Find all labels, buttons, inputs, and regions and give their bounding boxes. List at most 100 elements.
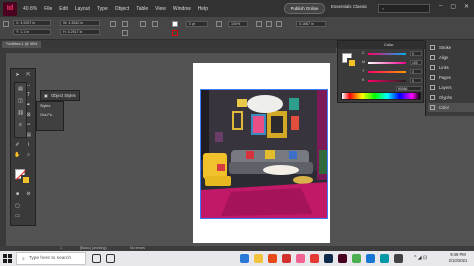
y-field[interactable]: Y: 1.1 in [13, 29, 51, 35]
rotate-icon[interactable] [122, 21, 128, 27]
menu-window[interactable]: Window [173, 6, 191, 12]
x-field[interactable]: X: 4.9267 in [13, 20, 51, 26]
file-explorer-icon[interactable] [254, 254, 263, 263]
menu-layout[interactable]: Layout [75, 6, 90, 12]
menu-view[interactable]: View [155, 6, 166, 12]
fit-content-icon[interactable] [256, 21, 262, 27]
opacity-field[interactable]: 100% [228, 21, 248, 27]
dock-align[interactable]: Align [428, 53, 474, 62]
collapsed-panel-strip: ▤ ◫ ⛓ ≡ [14, 82, 27, 138]
app-icon[interactable] [282, 254, 291, 263]
y-value[interactable]: 0 [410, 69, 422, 74]
app-icon[interactable] [394, 254, 403, 263]
hand-tool-icon[interactable]: ✋ [14, 152, 21, 159]
dock-label: Stroke [439, 45, 452, 50]
c-slider[interactable] [368, 53, 406, 55]
constrain-icon[interactable] [110, 21, 116, 27]
placed-room-image[interactable] [200, 89, 328, 219]
width-field[interactable]: W: 4.3542 in [60, 20, 100, 26]
zoom-level[interactable]: 40.8% [23, 6, 37, 12]
stock-search-input[interactable]: ⌕ [378, 4, 430, 13]
vertical-ruler[interactable] [0, 48, 6, 246]
height-field[interactable]: H: 4.2917 in [60, 29, 100, 35]
taskbar-clock[interactable]: 9:49 PM 2/10/2021 [443, 252, 473, 264]
styles-item[interactable]: Styles [37, 102, 63, 111]
color-stroke-swatch[interactable] [347, 58, 357, 68]
fill-swatch[interactable] [172, 21, 178, 27]
indesign-icon[interactable] [338, 254, 347, 263]
menu-file[interactable]: File [44, 6, 52, 12]
eyedropper-tool-icon[interactable]: ⌇ [25, 142, 32, 149]
menu-help[interactable]: Help [198, 6, 208, 12]
maximize-icon[interactable]: ▢ [450, 3, 456, 14]
direct-selection-tool-icon[interactable]: ⇱ [25, 72, 32, 79]
dock-layers[interactable]: Layers [428, 83, 474, 92]
dock-label: Align [439, 55, 449, 60]
close-icon[interactable]: ✕ [464, 3, 469, 14]
edge-icon[interactable] [240, 254, 249, 263]
y-slider[interactable] [368, 71, 406, 73]
document-tab[interactable]: *Untitled-1 @ 40% [2, 41, 42, 48]
app-icon[interactable] [296, 254, 305, 263]
apply-none-icon[interactable]: ⊘ [25, 191, 32, 198]
pages-panel-icon[interactable]: ▤ [17, 86, 24, 93]
menu-table[interactable]: Table [136, 6, 148, 12]
shear-icon[interactable] [122, 30, 128, 36]
search-placeholder: Type here to search [28, 256, 72, 261]
k-value[interactable]: 0 [410, 78, 422, 83]
note-tool-icon[interactable]: ✐ [14, 142, 21, 149]
select-container-icon[interactable] [152, 21, 158, 27]
menu-edit[interactable]: Edit [59, 6, 68, 12]
fit-frame-icon[interactable] [266, 21, 272, 27]
center-content-icon[interactable] [276, 21, 282, 27]
menu-object[interactable]: Object [115, 6, 129, 12]
stroke-weight-field[interactable]: 0 pt [186, 21, 208, 27]
cortana-icon[interactable] [92, 254, 101, 263]
system-tray-icons[interactable]: ^ ◢ ⊡ [414, 255, 427, 261]
reference-point-icon[interactable] [3, 21, 9, 27]
flip-icon[interactable] [140, 21, 146, 27]
app-icon[interactable] [310, 254, 319, 263]
workspace-switcher[interactable]: Essentials Classic [331, 4, 367, 9]
dock-glyphs[interactable]: Glyphs [428, 93, 474, 102]
k-slider[interactable] [368, 80, 406, 82]
stroke-panel-icon[interactable]: ≡ [17, 122, 24, 129]
links-panel-icon[interactable]: ⛓ [17, 110, 24, 117]
photoshop-icon[interactable] [324, 254, 333, 263]
y-label: Y [362, 69, 365, 73]
menu-type[interactable]: Type [97, 6, 108, 12]
stroke-color-swatch[interactable] [21, 175, 31, 185]
dock-pages[interactable]: Pages [428, 73, 474, 82]
app-icon[interactable] [352, 254, 361, 263]
dock-links[interactable]: Links [428, 63, 474, 72]
dock-stroke[interactable]: Stroke [428, 43, 474, 52]
offset-field[interactable]: 0.1667 in [296, 21, 326, 27]
zoom-tool-icon[interactable]: ⌕ [25, 152, 32, 159]
publish-online-button[interactable]: Publish Online [284, 3, 325, 14]
task-view-icon[interactable] [106, 254, 115, 263]
horizontal-ruler[interactable] [6, 48, 336, 53]
selection-tool-icon[interactable]: ➤ [14, 72, 21, 79]
screen-mode-icon[interactable]: ▭ [14, 213, 21, 220]
color-spectrum-ramp[interactable] [341, 92, 421, 100]
glyphs-icon [430, 95, 435, 100]
firefox-icon[interactable] [268, 254, 277, 263]
app-icon[interactable] [380, 254, 389, 263]
app-icon[interactable] [366, 254, 375, 263]
stroke-swatch[interactable] [172, 30, 178, 36]
m-value[interactable]: 100 [410, 60, 422, 65]
layers-panel-icon[interactable]: ◫ [17, 98, 24, 105]
object-styles-label: Object Styles [50, 93, 76, 98]
hex-value[interactable]: ff0066 [396, 86, 422, 91]
fx-icon[interactable] [216, 21, 222, 27]
taskbar-search-input[interactable]: ⌕ Type here to search [16, 252, 86, 265]
dock-color[interactable]: Color [428, 103, 474, 112]
view-mode-icon[interactable]: ▢ [14, 203, 21, 210]
styles-item[interactable]: Gra.Fe.. [37, 111, 63, 120]
m-slider[interactable] [368, 62, 406, 64]
minimize-icon[interactable]: – [439, 3, 442, 14]
start-button[interactable] [0, 251, 15, 266]
c-value[interactable]: 0 [410, 51, 422, 56]
apply-color-icon[interactable]: ■ [14, 191, 21, 198]
object-styles-panel-tab[interactable]: ▣ Object Styles [40, 90, 80, 101]
